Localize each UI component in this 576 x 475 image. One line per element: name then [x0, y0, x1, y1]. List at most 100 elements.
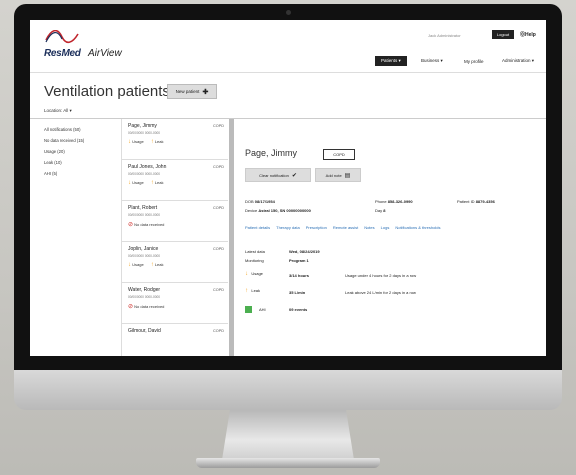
list-item[interactable]: Water, Rodger COPD 00/00/0000 0000-0000 …: [122, 283, 228, 324]
latest-data-value: Wed, 08/24/2019: [289, 249, 320, 254]
day-label: Day: [375, 208, 383, 213]
logout-button[interactable]: Logout: [492, 30, 514, 39]
add-note-button[interactable]: Add note ▤: [315, 168, 361, 182]
patient-id-field: Patient ID 8879-4356: [457, 199, 495, 204]
condition-tag: COPD: [213, 247, 224, 251]
leak-row: ↑ Leak: [245, 288, 260, 294]
patient-name: Plant, Robert: [128, 205, 158, 211]
patient-alerts: ↓ Usage ↑ Leak: [128, 262, 222, 268]
filter-no-data[interactable]: No data received (15): [44, 135, 118, 146]
brand-name: ResMed: [44, 48, 81, 59]
arrow-down-icon: ↓: [128, 139, 131, 145]
alert-label: No data received: [134, 222, 165, 227]
day-value: 8: [383, 208, 386, 213]
monitor-stand: [222, 410, 354, 460]
dob-value: 08/17/1954: [254, 199, 275, 204]
condition-tag: COPD: [213, 206, 224, 210]
alert-label: No data received: [134, 304, 165, 309]
tab-notifications-thresholds[interactable]: Notifications & thresholds: [395, 225, 440, 230]
filter-leak[interactable]: Leak (10): [44, 157, 118, 168]
nav-business[interactable]: Business ▾: [421, 56, 443, 66]
device-field: Device Astral 150, SN 00000000000: [245, 208, 311, 213]
arrow-down-icon: ↓: [245, 271, 248, 277]
notification-filters: All notifications (50) No data received …: [44, 124, 118, 179]
arrow-up-icon: ↑: [150, 262, 154, 268]
patient-name: Joplin, Janice: [128, 246, 159, 252]
note-icon: ▤: [344, 172, 351, 179]
patient-ids: 00/00/0000 0000-0000: [128, 213, 161, 217]
phone-value: 858-326-0990: [387, 199, 413, 204]
detail-condition-tag: COPD: [323, 149, 355, 160]
monitor-chin: [14, 370, 562, 410]
patient-id-label: Patient ID: [457, 199, 475, 204]
page-title: Ventilation patients: [44, 83, 170, 100]
condition-tag: COPD: [213, 329, 224, 333]
add-note-label: Add note: [325, 172, 342, 178]
patient-ids: 00/00/0000 0000-0000: [128, 254, 161, 258]
tab-notes[interactable]: Notes: [364, 225, 374, 230]
tab-therapy-data[interactable]: Therapy data: [276, 225, 300, 230]
list-item[interactable]: Plant, Robert COPD 00/00/0000 0000-0000 …: [122, 201, 228, 242]
list-item[interactable]: Gilmour, David COPD: [122, 324, 228, 356]
plus-icon: ✚: [202, 88, 209, 96]
leak-value: 35 L/min: [289, 290, 306, 295]
ahi-value: 09 events: [289, 307, 308, 312]
list-item[interactable]: Page, Jimmy COPD 00/00/0000 0000-0000 ↓ …: [122, 119, 228, 160]
patient-detail: Page, Jimmy COPD Clear notification ✔ Ad…: [235, 119, 546, 356]
nav-patients[interactable]: Patients ▾: [375, 56, 407, 66]
phone-label: Phone: [375, 199, 387, 204]
patient-alerts: ⊘ No data received: [128, 303, 222, 310]
alert-label: Usage: [132, 180, 144, 185]
patient-name: Water, Rodger: [128, 287, 161, 293]
tab-logs[interactable]: Logs: [381, 225, 390, 230]
patient-list: Page, Jimmy COPD 00/00/0000 0000-0000 ↓ …: [122, 119, 228, 356]
leak-note: Leak above 24 L/min for 2 days in a row: [345, 290, 416, 295]
nav-my-profile[interactable]: My profile: [464, 56, 484, 66]
device-value: Astral 150, SN 00000000000: [258, 208, 311, 213]
list-item[interactable]: Joplin, Janice COPD 00/00/0000 0000-0000…: [122, 242, 228, 283]
new-patient-button[interactable]: New patient ✚: [167, 84, 217, 99]
patient-name: Paul Jones, John: [128, 164, 167, 170]
phone-field: Phone 858-326-0990: [375, 199, 413, 204]
alert-label: Leak: [154, 139, 164, 144]
patient-name: Page, Jimmy: [128, 123, 157, 129]
patient-ids: 00/00/0000 0000-0000: [128, 295, 161, 299]
list-item[interactable]: Paul Jones, John COPD 00/00/0000 0000-00…: [122, 160, 228, 201]
patient-ids: 00/00/0000 0000-0000: [128, 172, 161, 176]
alert-label: Leak: [154, 180, 164, 185]
arrow-up-icon: ↑: [150, 139, 154, 145]
patient-alerts: ⊘ No data received: [128, 221, 222, 228]
dob-field: DOB 08/17/1954: [245, 199, 275, 204]
tab-prescription[interactable]: Prescription: [306, 225, 327, 230]
alert-label: Usage: [132, 139, 144, 144]
tab-patient-details[interactable]: Patient details: [245, 225, 270, 230]
clear-notification-label: Clear notification: [259, 172, 289, 178]
no-data-icon: ⊘: [128, 222, 134, 228]
dob-label: DOB: [245, 199, 254, 204]
filter-ahi[interactable]: AHI (5): [44, 168, 118, 179]
monitor-foot: [196, 458, 380, 468]
filter-all[interactable]: All notifications (50): [44, 124, 118, 135]
clear-notification-button[interactable]: Clear notification ✔: [245, 168, 311, 182]
help-link[interactable]: ⓪Help: [520, 31, 536, 38]
user-link[interactable]: Jack Administrator: [428, 33, 461, 38]
patient-alerts: ↓ Usage ↑ Leak: [128, 139, 222, 145]
latest-data-label: Latest data: [245, 249, 265, 254]
new-patient-label: New patient: [175, 89, 200, 94]
day-field: Day 8: [375, 208, 385, 213]
arrow-up-icon: ↑: [150, 180, 154, 186]
tab-remote-assist[interactable]: Remote assist: [333, 225, 358, 230]
product-name: AirView: [88, 48, 122, 59]
camera-dot: [286, 10, 291, 15]
usage-value: 3/14 hours: [289, 273, 310, 278]
resmed-wave-logo: [45, 30, 79, 44]
no-data-icon: ⊘: [128, 304, 134, 310]
location-value: All ▾: [63, 108, 72, 113]
filter-usage[interactable]: Usage (20): [44, 146, 118, 157]
location-filter[interactable]: Location: All ▾: [44, 108, 72, 114]
condition-tag: COPD: [213, 165, 224, 169]
monitoring-label: Monitoring: [245, 258, 264, 263]
nav-administration[interactable]: Administration ▾: [502, 56, 534, 66]
detail-tabs: Patient details Therapy data Prescriptio…: [245, 225, 440, 230]
list-scrollbar[interactable]: [229, 119, 234, 356]
